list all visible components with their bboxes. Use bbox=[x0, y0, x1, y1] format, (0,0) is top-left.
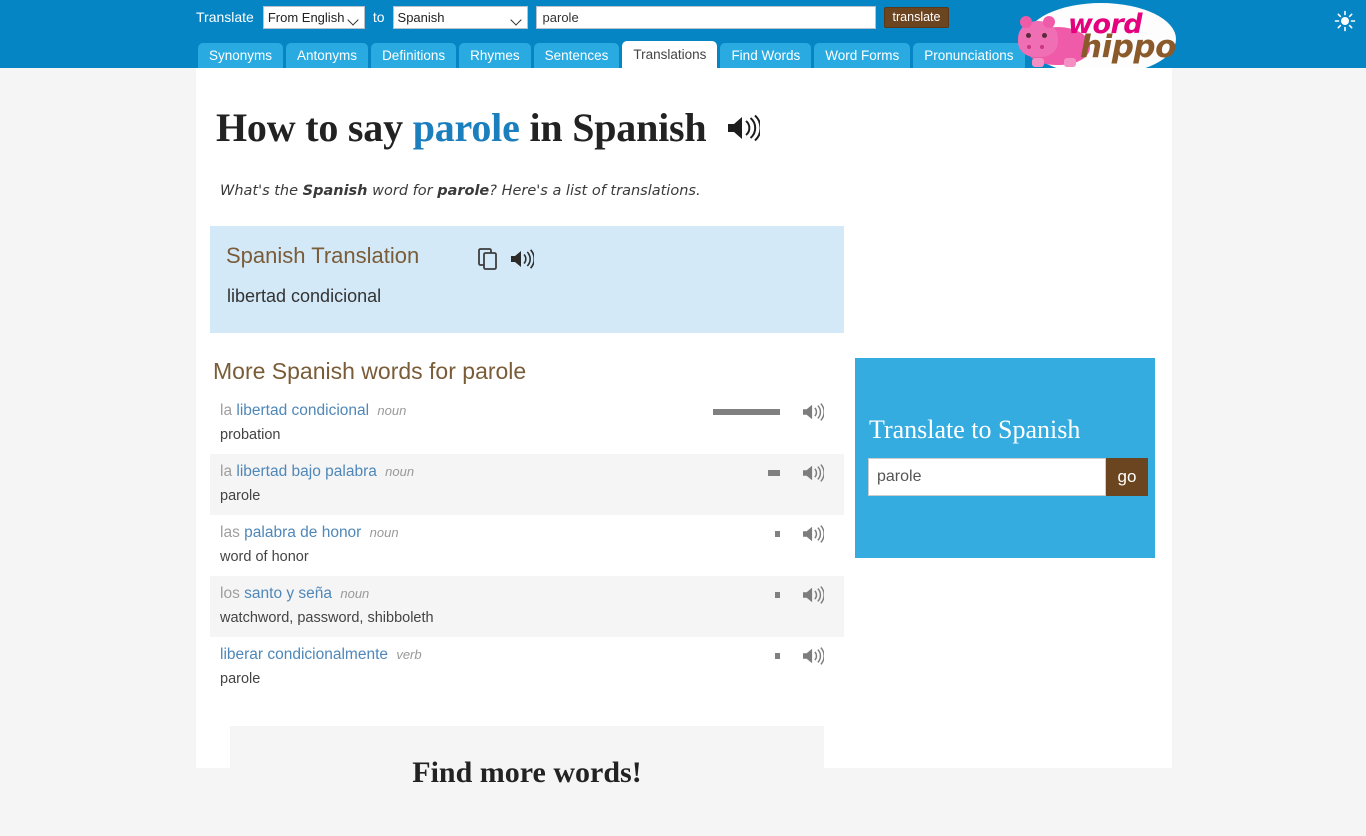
table-row: la libertad bajo palabra noun parole bbox=[210, 454, 844, 515]
word-article: los bbox=[220, 585, 240, 602]
word-meaning: parole bbox=[220, 488, 261, 504]
page-title-keyword: parole bbox=[412, 105, 520, 150]
word-meaning: probation bbox=[220, 427, 281, 443]
wordhippo-logo[interactable]: word hippo bbox=[1012, 1, 1180, 68]
hippo-nostril-left bbox=[1027, 45, 1031, 49]
more-words-heading: More Spanish words for parole bbox=[213, 358, 527, 384]
tab-antonyms[interactable]: Antonyms bbox=[286, 43, 369, 68]
frequency-bar bbox=[713, 409, 780, 415]
right-gutter bbox=[1172, 68, 1366, 768]
hippo-eye-left bbox=[1026, 33, 1031, 38]
main-content: How to say parole in Spanish What's the … bbox=[196, 68, 1172, 836]
page-title-suffix: in Spanish bbox=[519, 105, 707, 150]
table-row: los santo y seña noun watchword, passwor… bbox=[210, 576, 844, 637]
subtitle-language: Spanish bbox=[302, 183, 368, 199]
speaker-icon[interactable] bbox=[726, 106, 762, 153]
speaker-icon[interactable] bbox=[802, 646, 825, 671]
widget-form: go bbox=[868, 458, 1148, 496]
page-title-prefix: How to say bbox=[216, 105, 413, 150]
word-term[interactable]: libertad condicional bbox=[236, 402, 369, 419]
translation-card-title: Spanish Translation bbox=[226, 243, 420, 268]
tab-pronunciations[interactable]: Pronunciations bbox=[913, 43, 1025, 68]
word-article: las bbox=[220, 524, 240, 541]
subtitle-part3: ? Here's a list of translations. bbox=[489, 183, 701, 199]
translate-to-spanish-widget: Translate to Spanish go bbox=[855, 358, 1155, 558]
tab-translations[interactable]: Translations bbox=[622, 41, 718, 68]
to-language-select[interactable]: Spanish bbox=[392, 5, 528, 29]
spanish-translation-card: Spanish Translation libertad condicional bbox=[210, 226, 844, 333]
word-term[interactable]: santo y seña bbox=[244, 585, 332, 602]
tab-definitions[interactable]: Definitions bbox=[371, 43, 457, 68]
hippo-foot-back bbox=[1064, 58, 1076, 67]
speaker-icon[interactable] bbox=[510, 248, 535, 270]
word-part-of-speech: noun bbox=[340, 586, 370, 601]
widget-search-input[interactable] bbox=[868, 458, 1106, 496]
word-term[interactable]: liberar condicionalmente bbox=[220, 646, 388, 663]
page-title: How to say parole in Spanish bbox=[216, 104, 762, 153]
word-meaning: word of honor bbox=[220, 549, 309, 565]
translation-card-icons bbox=[478, 248, 535, 270]
tab-sentences[interactable]: Sentences bbox=[533, 43, 620, 68]
translate-label: Translate bbox=[196, 9, 254, 25]
translate-toolbar: Translate From English to Spanish transl… bbox=[196, 5, 950, 29]
frequency-bar bbox=[775, 592, 780, 598]
tab-word-forms[interactable]: Word Forms bbox=[814, 43, 911, 68]
copy-icon[interactable] bbox=[478, 248, 498, 270]
tab-find-words[interactable]: Find Words bbox=[720, 43, 812, 68]
table-row: las palabra de honor noun word of honor bbox=[210, 515, 844, 576]
subtitle-word: parole bbox=[437, 183, 490, 199]
left-gutter bbox=[0, 68, 196, 768]
hippo-ear-right bbox=[1043, 16, 1055, 28]
subtitle-part2: word for bbox=[367, 183, 438, 199]
speaker-icon[interactable] bbox=[802, 524, 825, 549]
table-row: liberar condicionalmente verb parole bbox=[210, 637, 844, 698]
word-row-headline: liberar condicionalmente verb bbox=[220, 646, 844, 664]
translate-button[interactable]: translate bbox=[883, 6, 950, 28]
word-part-of-speech: noun bbox=[369, 525, 399, 540]
subtitle-part1: What's the bbox=[220, 183, 303, 199]
translation-card-value: libertad condicional bbox=[227, 286, 382, 306]
search-input[interactable] bbox=[535, 5, 876, 29]
table-row: la libertad condicional noun probation bbox=[210, 393, 844, 454]
word-row-headline: los santo y seña noun bbox=[220, 585, 844, 603]
tab-rhymes[interactable]: Rhymes bbox=[459, 43, 531, 68]
page-subtitle: What's the Spanish word for parole? Here… bbox=[220, 183, 701, 199]
word-term[interactable]: palabra de honor bbox=[244, 524, 361, 541]
word-row-headline: las palabra de honor noun bbox=[220, 524, 844, 542]
hippo-eye-right bbox=[1042, 33, 1047, 38]
tab-synonyms[interactable]: Synonyms bbox=[198, 43, 284, 68]
speaker-icon[interactable] bbox=[802, 585, 825, 610]
word-part-of-speech: verb bbox=[396, 647, 422, 662]
word-article: la bbox=[220, 402, 233, 419]
word-row-headline: la libertad bajo palabra noun bbox=[220, 463, 844, 481]
hippo-nostril-right bbox=[1040, 45, 1044, 49]
word-term[interactable]: libertad bajo palabra bbox=[236, 463, 376, 480]
word-part-of-speech: noun bbox=[377, 403, 407, 418]
speaker-icon[interactable] bbox=[802, 402, 825, 427]
frequency-bar bbox=[768, 470, 780, 476]
from-language-select[interactable]: From English bbox=[262, 5, 365, 29]
word-part-of-speech: noun bbox=[385, 464, 415, 479]
find-more-words-box: Find more words! bbox=[230, 726, 824, 836]
find-more-words-heading: Find more words! bbox=[412, 756, 642, 789]
frequency-bar bbox=[775, 531, 780, 537]
translations-list: la libertad condicional noun probation l… bbox=[210, 393, 844, 698]
widget-go-button[interactable]: go bbox=[1106, 458, 1148, 496]
primary-nav-tabs: Synonyms Antonyms Definitions Rhymes Sen… bbox=[198, 41, 1028, 68]
to-word-label: to bbox=[372, 9, 385, 25]
word-meaning: parole bbox=[220, 671, 261, 687]
word-meaning: watchword, password, shibboleth bbox=[220, 610, 434, 626]
hippo-foot-front bbox=[1032, 58, 1044, 67]
logo-hippo-text: hippo bbox=[1080, 29, 1176, 65]
to-language-select-wrapper: Spanish bbox=[392, 5, 528, 29]
word-article: la bbox=[220, 463, 233, 480]
speaker-icon[interactable] bbox=[802, 463, 825, 488]
site-header: Translate From English to Spanish transl… bbox=[0, 0, 1366, 68]
sun-icon[interactable] bbox=[1334, 10, 1356, 32]
widget-title: Translate to Spanish bbox=[869, 415, 1081, 444]
hippo-ear-left bbox=[1020, 16, 1032, 28]
from-language-select-wrapper: From English bbox=[262, 5, 365, 29]
frequency-bar bbox=[775, 653, 780, 659]
